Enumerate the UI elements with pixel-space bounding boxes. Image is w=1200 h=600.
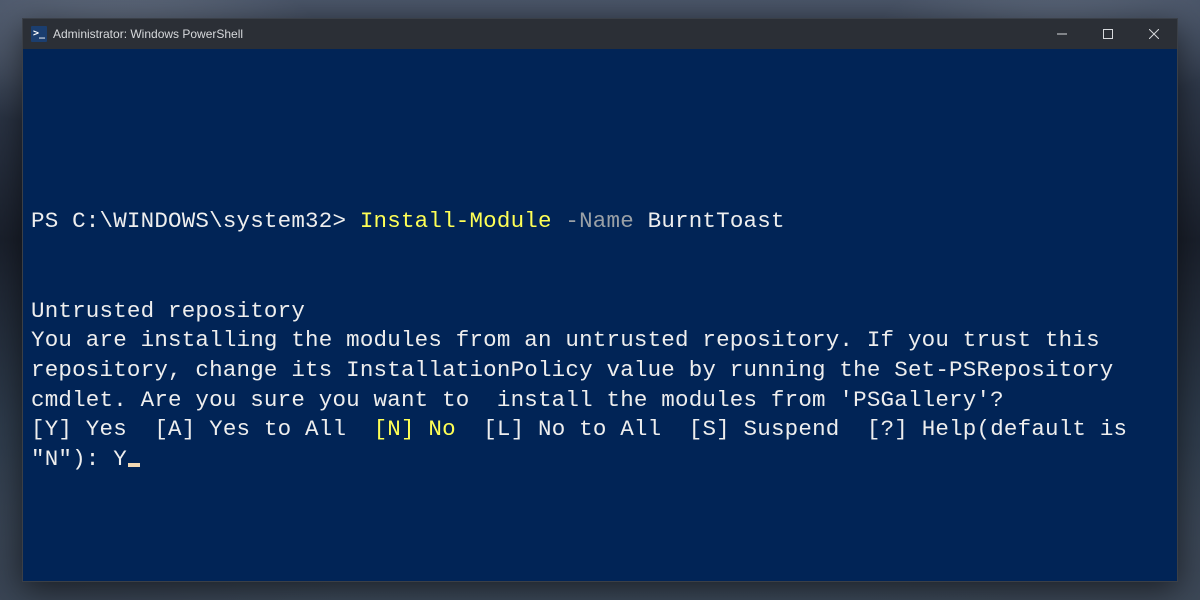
maximize-icon [1103, 29, 1113, 39]
option-help: [?] Help [867, 416, 977, 442]
titlebar[interactable]: >_ Administrator: Windows PowerShell [23, 19, 1177, 49]
minimize-button[interactable] [1039, 19, 1085, 49]
sep [661, 416, 688, 442]
minimize-icon [1057, 29, 1067, 39]
cursor [128, 463, 140, 467]
command-token: Install-Module [360, 208, 552, 234]
powershell-icon: >_ [31, 26, 47, 42]
maximize-button[interactable] [1085, 19, 1131, 49]
option-yes-all: [A] Yes to All [154, 416, 346, 442]
arg-token: BurntToast [648, 208, 785, 234]
blank-line [31, 89, 1169, 119]
window-title: Administrator: Windows PowerShell [53, 27, 243, 41]
blank-line [31, 237, 1169, 267]
close-button[interactable] [1131, 19, 1177, 49]
confirm-heading: Untrusted repository [31, 298, 305, 324]
powershell-window: >_ Administrator: Windows PowerShell PS … [22, 18, 1178, 582]
option-no-default: [N] No [374, 416, 456, 442]
option-suspend: [S] Suspend [689, 416, 840, 442]
sep [456, 416, 483, 442]
space [552, 208, 566, 234]
close-icon [1149, 29, 1159, 39]
powershell-icon-glyph: >_ [33, 29, 45, 39]
terminal-area[interactable]: PS C:\WINDOWS\system32> Install-Module -… [23, 49, 1177, 581]
sep [839, 416, 866, 442]
param-token: -Name [565, 208, 634, 234]
window-controls [1039, 19, 1177, 49]
option-no-all: [L] No to All [483, 416, 661, 442]
sep [127, 416, 154, 442]
prompt-text: PS C:\WINDOWS\system32> [31, 208, 360, 234]
option-yes: [Y] Yes [31, 416, 127, 442]
confirm-body: You are installing the modules from an u… [31, 327, 1127, 412]
user-input: Y [113, 446, 127, 472]
space [634, 208, 648, 234]
sep [346, 416, 373, 442]
blank-line [31, 148, 1169, 178]
